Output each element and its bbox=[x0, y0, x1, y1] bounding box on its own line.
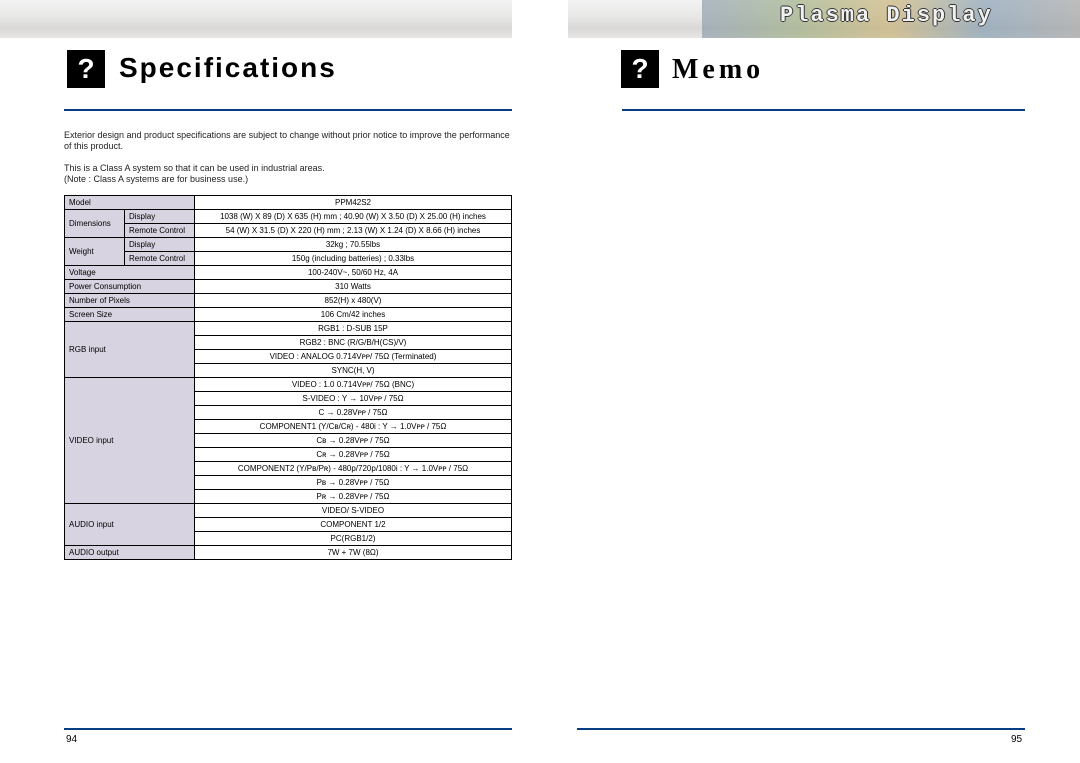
label-pixels: Number of Pixels bbox=[65, 294, 195, 308]
label-voltage: Voltage bbox=[65, 266, 195, 280]
label-dimensions: Dimensions bbox=[65, 210, 125, 238]
value-vid6: Cʀ → 0.28Vᴘᴘ / 75Ω bbox=[195, 448, 512, 462]
value-rgb4: SYNC(H, V) bbox=[195, 364, 512, 378]
table-row: Number of Pixels 852(H) x 480(V) bbox=[65, 294, 512, 308]
value-vid9: Pʀ → 0.28Vᴘᴘ / 75Ω bbox=[195, 490, 512, 504]
question-icon: ? bbox=[621, 50, 659, 88]
page-number-right: 95 bbox=[1011, 734, 1022, 745]
rule-line bbox=[622, 109, 1025, 111]
footer-rule bbox=[64, 728, 512, 730]
value-vid3: C → 0.28Vᴘᴘ / 75Ω bbox=[195, 406, 512, 420]
label-display: Display bbox=[125, 210, 195, 224]
value-weight-remote: 150g (including batteries) ; 0.33lbs bbox=[195, 252, 512, 266]
specifications-table: Model PPM42S2 Dimensions Display 1038 (W… bbox=[64, 195, 512, 560]
rule-line bbox=[64, 109, 512, 111]
label-power: Power Consumption bbox=[65, 280, 195, 294]
value-screen: 106 Cm/42 inches bbox=[195, 308, 512, 322]
footer-rule bbox=[577, 728, 1025, 730]
value-vid2: S-VIDEO : Y → 10Vᴘᴘ / 75Ω bbox=[195, 392, 512, 406]
table-row: Remote Control 54 (W) X 31.5 (D) X 220 (… bbox=[65, 224, 512, 238]
label-weight: Weight bbox=[65, 238, 125, 266]
value-weight-display: 32kg ; 70.55lbs bbox=[195, 238, 512, 252]
value-power: 310 Watts bbox=[195, 280, 512, 294]
label-audio-output: AUDIO output bbox=[65, 546, 195, 560]
value-vid8: Pʙ → 0.28Vᴘᴘ / 75Ω bbox=[195, 476, 512, 490]
label-remote: Remote Control bbox=[125, 252, 195, 266]
value-rgb1: RGB1 : D-SUB 15P bbox=[195, 322, 512, 336]
value-pixels: 852(H) x 480(V) bbox=[195, 294, 512, 308]
table-row: AUDIO input VIDEO/ S-VIDEO bbox=[65, 504, 512, 518]
label-rgb-input: RGB input bbox=[65, 322, 195, 378]
table-row: Remote Control 150g (including batteries… bbox=[65, 252, 512, 266]
value-ain3: PC(RGB1/2) bbox=[195, 532, 512, 546]
table-row: Dimensions Display 1038 (W) X 89 (D) X 6… bbox=[65, 210, 512, 224]
value-model: PPM42S2 bbox=[195, 196, 512, 210]
header-texture-left bbox=[0, 0, 512, 38]
table-row: VIDEO input VIDEO : 1.0 0.714Vᴘᴘ/ 75Ω (B… bbox=[65, 378, 512, 392]
table-row: Power Consumption 310 Watts bbox=[65, 280, 512, 294]
label-screen: Screen Size bbox=[65, 308, 195, 322]
label-audio-input: AUDIO input bbox=[65, 504, 195, 546]
value-vid7: COMPONENT2 (Y/Pʙ/Pʀ) - 480p/720p/1080i :… bbox=[195, 462, 512, 476]
value-vid4: COMPONENT1 (Y/Cʙ/Cʀ) - 480i : Y → 1.0Vᴘᴘ… bbox=[195, 420, 512, 434]
label-model: Model bbox=[65, 196, 195, 210]
value-aout: 7W + 7W (8Ω) bbox=[195, 546, 512, 560]
brand-title: Plasma Display bbox=[780, 3, 993, 28]
value-vid5: Cʙ → 0.28Vᴘᴘ / 75Ω bbox=[195, 434, 512, 448]
table-row: RGB input RGB1 : D-SUB 15P bbox=[65, 322, 512, 336]
label-video-input: VIDEO input bbox=[65, 378, 195, 504]
note-line: (Note : Class A systems are for business… bbox=[64, 174, 248, 184]
table-row: AUDIO output 7W + 7W (8Ω) bbox=[65, 546, 512, 560]
value-rgb2: RGB2 : BNC (R/G/B/H(CS)/V) bbox=[195, 336, 512, 350]
table-row: Screen Size 106 Cm/42 inches bbox=[65, 308, 512, 322]
label-remote: Remote Control bbox=[125, 224, 195, 238]
table-row: Model PPM42S2 bbox=[65, 196, 512, 210]
question-icon: ? bbox=[67, 50, 105, 88]
heading-specifications: Specifications bbox=[119, 52, 337, 84]
note-line: This is a Class A system so that it can … bbox=[64, 163, 325, 173]
value-rgb3: VIDEO : ANALOG 0.714Vᴘᴘ/ 75Ω (Terminated… bbox=[195, 350, 512, 364]
note-class-a: This is a Class A system so that it can … bbox=[64, 163, 514, 186]
table-row: Weight Display 32kg ; 70.55lbs bbox=[65, 238, 512, 252]
page-number-left: 94 bbox=[66, 734, 77, 745]
value-dim-display: 1038 (W) X 89 (D) X 635 (H) mm ; 40.90 (… bbox=[195, 210, 512, 224]
value-ain2: COMPONENT 1/2 bbox=[195, 518, 512, 532]
value-vid1: VIDEO : 1.0 0.714Vᴘᴘ/ 75Ω (BNC) bbox=[195, 378, 512, 392]
value-voltage: 100-240V~, 50/60 Hz, 4A bbox=[195, 266, 512, 280]
value-dim-remote: 54 (W) X 31.5 (D) X 220 (H) mm ; 2.13 (W… bbox=[195, 224, 512, 238]
heading-memo: Memo bbox=[672, 54, 764, 86]
value-ain1: VIDEO/ S-VIDEO bbox=[195, 504, 512, 518]
table-row: Voltage 100-240V~, 50/60 Hz, 4A bbox=[65, 266, 512, 280]
label-display: Display bbox=[125, 238, 195, 252]
note-disclaimer: Exterior design and product specificatio… bbox=[64, 130, 514, 153]
